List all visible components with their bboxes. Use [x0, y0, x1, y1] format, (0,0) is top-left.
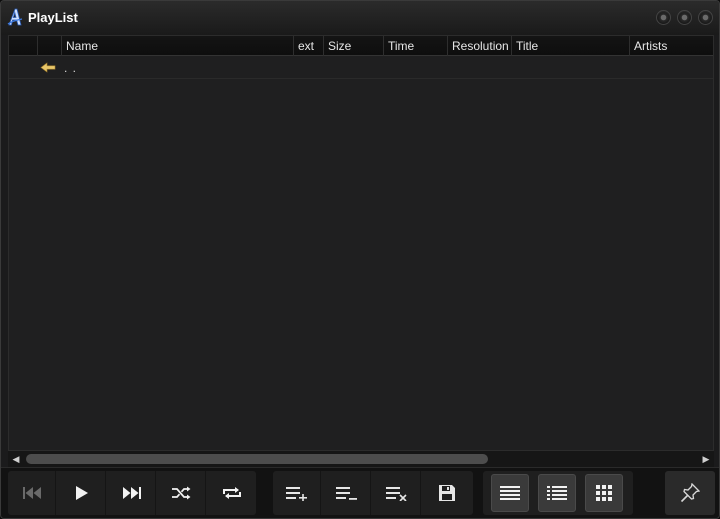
repeat-icon[interactable] — [208, 471, 256, 515]
app-logo-a-icon — [7, 8, 23, 26]
thumbnail-view-icon[interactable] — [585, 474, 623, 512]
view-controls — [483, 471, 633, 515]
column-header-time[interactable]: Time — [383, 36, 447, 56]
playlist-window: PlayList Name ext Size Time Resolution T… — [0, 0, 720, 519]
scroll-right-icon[interactable]: ▶ — [698, 451, 714, 467]
list-controls — [273, 471, 473, 515]
add-to-list-icon[interactable] — [273, 471, 321, 515]
list-view-icon[interactable] — [491, 474, 529, 512]
scroll-left-icon[interactable]: ◀ — [8, 451, 24, 467]
horizontal-scrollbar[interactable]: ◀ ▶ — [8, 451, 714, 467]
scroll-thumb[interactable] — [26, 454, 488, 464]
column-header-size[interactable]: Size — [323, 36, 383, 56]
maximize-icon[interactable] — [677, 10, 692, 25]
column-header-name[interactable]: Name — [61, 36, 293, 56]
remove-from-list-icon[interactable] — [323, 471, 371, 515]
parent-folder-arrow-icon — [40, 62, 56, 73]
title-bar[interactable]: PlayList — [1, 1, 719, 35]
shuffle-icon[interactable] — [158, 471, 206, 515]
column-header-ext[interactable]: ext — [293, 36, 323, 56]
row-name: . . — [64, 61, 78, 75]
table-header: Name ext Size Time Resolution Title Arti… — [9, 36, 713, 56]
previous-icon[interactable] — [8, 471, 56, 515]
detail-view-icon[interactable] — [538, 474, 576, 512]
bottom-toolbar — [1, 467, 719, 518]
column-header-artists[interactable]: Artists — [629, 36, 713, 56]
window-title: PlayList — [28, 10, 78, 25]
column-header-icon[interactable] — [37, 36, 61, 56]
column-header-index[interactable] — [9, 36, 37, 56]
minimize-icon[interactable] — [656, 10, 671, 25]
column-header-resolution[interactable]: Resolution — [447, 36, 511, 56]
play-icon[interactable] — [58, 471, 106, 515]
playback-controls — [8, 471, 256, 515]
pin-icon[interactable] — [666, 471, 714, 515]
next-icon[interactable] — [108, 471, 156, 515]
column-header-title[interactable]: Title — [511, 36, 629, 56]
close-icon[interactable] — [698, 10, 713, 25]
table-row[interactable]: . . — [9, 57, 713, 79]
clear-list-icon[interactable] — [373, 471, 421, 515]
pin-control — [665, 471, 715, 515]
playlist-table[interactable]: Name ext Size Time Resolution Title Arti… — [8, 35, 714, 451]
save-icon[interactable] — [423, 471, 471, 515]
